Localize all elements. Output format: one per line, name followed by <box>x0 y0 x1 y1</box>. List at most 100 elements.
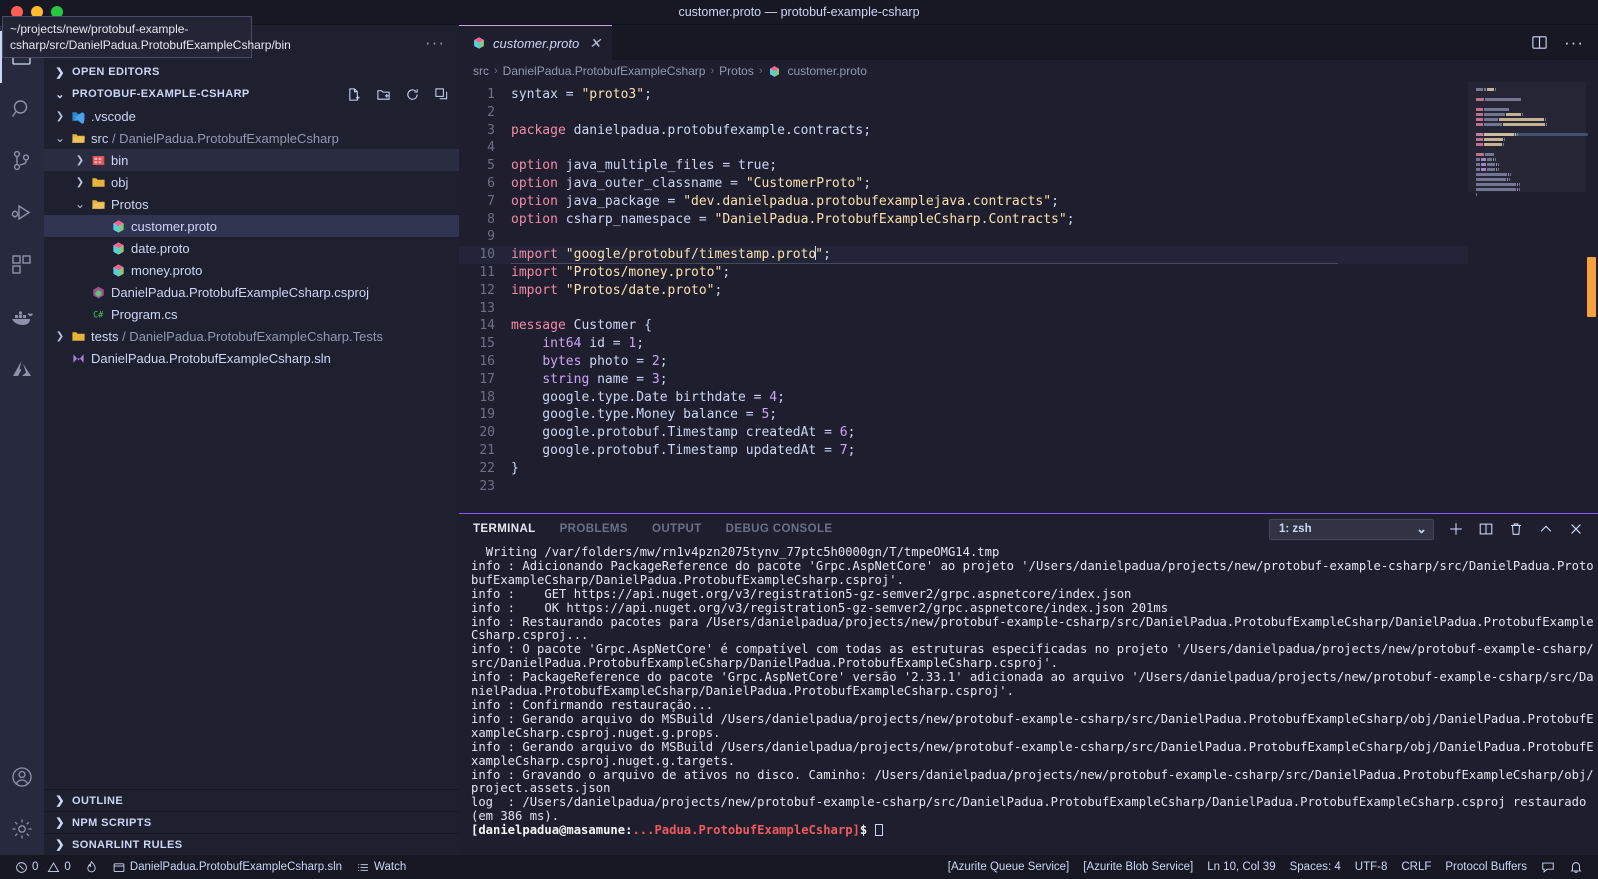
close-panel-icon[interactable] <box>1568 521 1584 537</box>
tree-item-program-cs[interactable]: C# Program.cs <box>44 303 459 325</box>
code-line[interactable]: 1 syntax = "proto3"; <box>459 86 1468 104</box>
activity-extensions[interactable] <box>0 239 44 291</box>
chevron-right-icon[interactable]: ❯ <box>52 111 68 122</box>
status-eol[interactable]: CRLF <box>1394 855 1438 879</box>
status-azurite-blob[interactable]: [Azurite Blob Service] <box>1076 855 1200 879</box>
editor-more-actions-icon[interactable]: ··· <box>1564 34 1584 51</box>
activity-settings[interactable] <box>0 803 44 855</box>
tree-item-src[interactable]: ⌄ src / DanielPadua.ProtobufExampleCsharp <box>44 127 459 149</box>
file-tree[interactable]: ❯ .vscode ⌄ src / DanielPadua.ProtobufExamp… <box>44 105 459 369</box>
terminal-selector[interactable]: 1: zsh ⌄ <box>1269 518 1434 540</box>
tree-item-protos[interactable]: ⌄ Protos <box>44 193 459 215</box>
code-line[interactable]: 23 <box>459 478 1468 496</box>
tree-item-danielpadua-protobufexamplecsharp-csproj[interactable]: DanielPadua.ProtobufExampleCsharp.csproj <box>44 281 459 303</box>
status-solution[interactable]: DanielPadua.ProtobufExampleCsharp.sln <box>105 855 349 879</box>
tree-item-money-proto[interactable]: money.proto <box>44 259 459 281</box>
code-line[interactable]: 3 package danielpadua.protobufexample.con… <box>459 122 1468 140</box>
panel-tab-terminal[interactable]: TERMINAL <box>473 523 536 536</box>
status-watch[interactable]: Watch <box>349 855 413 879</box>
tree-item-vscode[interactable]: ❯ .vscode <box>44 105 459 127</box>
status-cursor-position[interactable]: Ln 10, Col 39 <box>1200 855 1282 879</box>
breadcrumb-item[interactable]: Protos <box>719 64 754 78</box>
breadcrumb-item[interactable]: customer.proto <box>788 64 867 78</box>
sidebar-panel-outline[interactable]: ❯ OUTLINE <box>44 789 459 811</box>
code-content[interactable]: 1 syntax = "proto3"; 2 3 package danielpadu… <box>459 82 1468 513</box>
status-indentation[interactable]: Spaces: 4 <box>1283 855 1348 879</box>
chevron-right-icon[interactable]: ❯ <box>72 177 88 188</box>
tree-item-date-proto[interactable]: date.proto <box>44 237 459 259</box>
tree-item-danielpadua-protobufexamplecsharp-sln[interactable]: DanielPadua.ProtobufExampleCsharp.sln <box>44 347 459 369</box>
tab-customer-proto[interactable]: customer.proto ✕ <box>459 25 612 60</box>
panel-tab-output[interactable]: OUTPUT <box>652 523 702 535</box>
code-line[interactable]: 14 message Customer { <box>459 317 1468 335</box>
tab-close-icon[interactable]: ✕ <box>589 35 601 52</box>
tree-item-bin[interactable]: ❯ bin <box>44 149 459 171</box>
chevron-down-icon[interactable]: ⌄ <box>52 131 68 145</box>
code-line[interactable]: 10 import "google/protobuf/timestamp.prot… <box>459 246 1468 264</box>
code-line[interactable]: 9 <box>459 228 1468 246</box>
section-open-editors[interactable]: ❯ OPEN EDITORS <box>44 61 459 83</box>
new-folder-icon[interactable] <box>376 87 391 102</box>
code-token: import <box>511 264 566 280</box>
code-line[interactable]: 4 <box>459 139 1468 157</box>
code-line[interactable]: 20 google.protobuf.Timestamp createdAt =… <box>459 424 1468 442</box>
code-line[interactable]: 15 int64 id = 1; <box>459 335 1468 353</box>
chevron-right-icon[interactable]: ❯ <box>72 155 88 166</box>
section-workspace[interactable]: ⌄ PROTOBUF-EXAMPLE-CSHARP <box>44 83 459 105</box>
terminal-prompt-line[interactable]: [danielpadua@masamune:...Padua.ProtobufE… <box>471 823 1598 838</box>
panel-tab-problems[interactable]: PROBLEMS <box>560 523 628 535</box>
status-sonarlint[interactable] <box>78 855 105 879</box>
status-azurite-queue[interactable]: [Azurite Queue Service] <box>941 855 1076 879</box>
code-line[interactable]: 13 <box>459 300 1468 318</box>
activity-run-and-debug[interactable] <box>0 187 44 239</box>
tree-item-tests[interactable]: ❯ tests / DanielPadua.ProtobufExampleCsha… <box>44 325 459 347</box>
activity-source-control[interactable] <box>0 135 44 187</box>
code-line[interactable]: 6 option java_outer_classname = "Customer… <box>459 175 1468 193</box>
new-file-icon[interactable] <box>347 87 362 102</box>
code-line[interactable]: 17 string name = 3; <box>459 371 1468 389</box>
split-editor-icon[interactable] <box>1531 34 1548 51</box>
chevron-down-icon[interactable]: ⌄ <box>72 197 88 211</box>
refresh-icon[interactable] <box>405 87 420 102</box>
code-lines[interactable]: 1 syntax = "proto3"; 2 3 package danielpadu… <box>459 86 1468 495</box>
code-line[interactable]: 8 option csharp_namespace = "DanielPadua.… <box>459 211 1468 229</box>
status-notifications[interactable] <box>1562 855 1590 879</box>
panel-tab-debug-console[interactable]: DEBUG CONSOLE <box>726 523 833 535</box>
code-line[interactable]: 19 google.type.Money balance = 5; <box>459 406 1468 424</box>
breadcrumb-item[interactable]: src <box>473 64 489 78</box>
breadcrumb[interactable]: src › DanielPadua.ProtobufExampleCsharp › Pr… <box>459 60 1598 82</box>
sidebar-panel-npm-scripts[interactable]: ❯ NPM SCRIPTS <box>44 811 459 833</box>
code-line[interactable]: 7 option java_package = "dev.danielpadua.… <box>459 193 1468 211</box>
new-terminal-icon[interactable] <box>1448 521 1464 537</box>
code-line[interactable]: 11 import "Protos/money.proto"; <box>459 264 1468 282</box>
status-problems[interactable]: 0 0 <box>8 855 78 879</box>
maximize-panel-icon[interactable] <box>1538 521 1554 537</box>
breadcrumb-item[interactable]: DanielPadua.ProtobufExampleCsharp <box>503 64 706 78</box>
activity-accounts[interactable] <box>0 751 44 803</box>
status-encoding[interactable]: UTF-8 <box>1348 855 1395 879</box>
explorer-more-actions[interactable]: ··· <box>425 34 445 51</box>
status-language-mode[interactable]: Protocol Buffers <box>1438 855 1534 879</box>
code-line[interactable]: 5 option java_multiple_files = true; <box>459 157 1468 175</box>
tree-item-obj[interactable]: ❯ obj <box>44 171 459 193</box>
activity-search[interactable] <box>0 83 44 135</box>
code-line[interactable]: 2 <box>459 104 1468 122</box>
chevron-right-icon[interactable]: ❯ <box>52 331 68 342</box>
code-line[interactable]: 22} <box>459 460 1468 478</box>
activity-docker[interactable] <box>0 291 44 343</box>
status-feedback[interactable] <box>1534 855 1562 879</box>
minimap[interactable] <box>1468 82 1598 513</box>
collapse-all-icon[interactable] <box>434 87 449 102</box>
activity-azure[interactable] <box>0 343 44 395</box>
kill-terminal-icon[interactable] <box>1508 521 1524 537</box>
split-terminal-icon[interactable] <box>1478 521 1494 537</box>
code-line[interactable]: 12 import "Protos/date.proto"; <box>459 282 1468 300</box>
code-line[interactable]: 21 google.protobuf.Timestamp updatedAt =… <box>459 442 1468 460</box>
csproj-icon <box>92 286 104 298</box>
sidebar-panel-sonarlint-rules[interactable]: ❯ SONARLINT RULES <box>44 833 459 855</box>
terminal-body[interactable]: Writing /var/folders/mw/rn1v4pzn2075tynv… <box>459 544 1598 855</box>
tree-item-customer-proto[interactable]: customer.proto <box>44 215 459 237</box>
code-line[interactable]: 16 bytes photo = 2; <box>459 353 1468 371</box>
code-line[interactable]: 18 google.type.Date birthdate = 4; <box>459 389 1468 407</box>
tree-item-label: Protos <box>111 196 149 212</box>
